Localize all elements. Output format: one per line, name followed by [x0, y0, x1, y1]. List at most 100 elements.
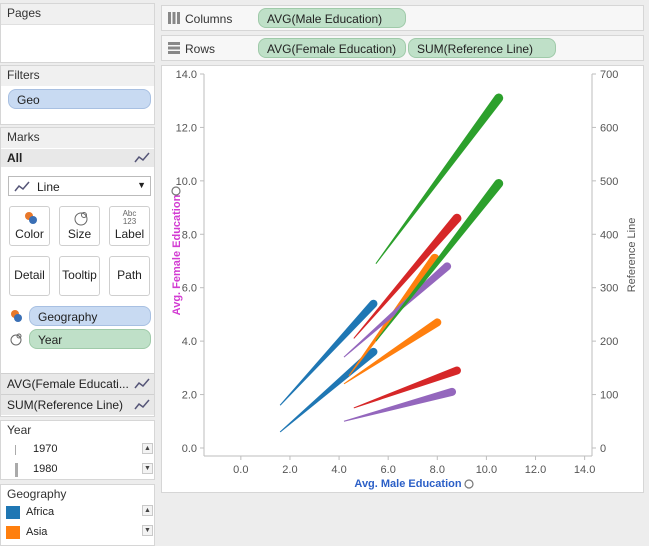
line-mark-icon	[14, 181, 30, 192]
x-tick-label: 6.0	[381, 464, 396, 476]
pages-card[interactable]: Pages	[0, 3, 155, 63]
y2-tick-label: 500	[600, 176, 618, 188]
geography-legend-label: Asia	[26, 526, 48, 538]
chart-svg: 0.0 2.0 4.0 6.0 8.0 10.0 12.0 14.0 0.0 2.0 4.0 6.0 8…	[171, 69, 638, 490]
geography-legend-card: Geography Africa Asia ▲ ▼	[0, 484, 155, 546]
detail-button-label: Detail	[14, 268, 45, 282]
line-mark-icon	[134, 399, 150, 410]
year-legend-item[interactable]: 1980	[15, 461, 139, 477]
year-legend-item[interactable]: 1970	[15, 441, 139, 457]
year-legend-label: 1970	[33, 443, 58, 455]
columns-shelf-label: Columns	[185, 12, 233, 26]
detail-button[interactable]: Detail	[9, 256, 50, 296]
series-line-7	[343, 262, 452, 358]
marks-card-female-edu[interactable]: AVG(Female Educati...	[1, 373, 154, 394]
scroll-down-button[interactable]: ▼	[142, 525, 153, 536]
year-legend-title: Year	[7, 423, 32, 437]
y2-tick-label: 300	[600, 283, 618, 295]
filters-title: Filters	[7, 68, 40, 82]
y-tick-label: 8.0	[182, 229, 197, 241]
size-icon	[74, 212, 88, 226]
filter-geo-pill[interactable]: Geo	[8, 89, 151, 109]
scroll-down-button[interactable]: ▼	[142, 463, 153, 474]
chevron-down-icon: ▼	[137, 180, 146, 190]
size-bar	[15, 445, 16, 455]
scroll-up-button[interactable]: ▲	[142, 443, 153, 454]
y-tick-label: 6.0	[182, 283, 197, 295]
chart-series-group	[279, 93, 504, 433]
y2-tick-label: 700	[600, 69, 618, 81]
x-tick-label: 0.0	[233, 464, 248, 476]
year-legend-label: 1980	[33, 463, 58, 475]
columns-icon	[168, 12, 180, 24]
scroll-up-button[interactable]: ▲	[142, 505, 153, 516]
geography-legend-item[interactable]: Africa	[6, 505, 136, 521]
label-abc-icon: Abc 123	[122, 209, 137, 226]
chart-ticks: 0.0 2.0 4.0 6.0 8.0 10.0 12.0 14.0 0.0 2.0 4.0 6.0 8…	[176, 69, 619, 476]
y-tick-label: 0.0	[182, 443, 197, 455]
year-field-pill[interactable]: Year	[29, 329, 151, 349]
marks-all-label: All	[7, 151, 23, 165]
mark-type-label: Line	[37, 180, 60, 194]
size-button-label: Size	[67, 227, 92, 241]
color-palette-icon	[25, 212, 37, 224]
marks-title: Marks	[7, 130, 40, 144]
x-tick-label: 8.0	[430, 464, 445, 476]
y2-tick-label: 200	[600, 336, 618, 348]
pages-title: Pages	[7, 6, 42, 20]
series-line-9	[375, 179, 504, 342]
y2-tick-label: 0	[600, 443, 606, 455]
label-button[interactable]: Abc 123 Label	[109, 206, 150, 246]
x-tick-label: 2.0	[282, 464, 297, 476]
geography-legend-label: Africa	[26, 506, 55, 518]
y2-tick-label: 100	[600, 390, 618, 402]
y-tick-label: 12.0	[176, 122, 197, 134]
series-line-2	[343, 318, 442, 385]
tooltip-button-label: Tooltip	[62, 268, 97, 282]
y-tick-label: 14.0	[176, 69, 197, 81]
size-icon	[10, 333, 22, 346]
column-pill-male-education[interactable]: AVG(Male Education)	[258, 8, 406, 28]
columns-shelf[interactable]: Columns AVG(Male Education)	[161, 5, 644, 31]
y2-tick-label: 600	[600, 122, 618, 134]
row-pill-female-education[interactable]: AVG(Female Education)	[258, 38, 406, 58]
color-swatch	[6, 526, 20, 539]
tooltip-button[interactable]: Tooltip	[59, 256, 100, 296]
geography-legend-title: Geography	[7, 487, 67, 501]
y-tick-label: 4.0	[182, 336, 197, 348]
size-bar	[15, 463, 18, 477]
label-button-label: Label	[114, 227, 145, 241]
x-tick-label: 12.0	[525, 464, 546, 476]
x-tick-label: 10.0	[476, 464, 497, 476]
color-palette-icon	[11, 310, 22, 322]
rows-shelf[interactable]: Rows AVG(Female Education) SUM(Reference…	[161, 35, 644, 61]
row-pill-reference-line[interactable]: SUM(Reference Line)	[408, 38, 556, 58]
line-mark-icon	[134, 378, 150, 389]
path-button[interactable]: Path	[109, 256, 150, 296]
mark-type-select[interactable]: Line ▼	[8, 176, 151, 196]
x-tick-label: 4.0	[331, 464, 346, 476]
filters-card: Filters Geo	[0, 65, 155, 125]
y2-axis-title: Reference Line	[626, 218, 638, 293]
chart-axes	[203, 74, 593, 457]
geography-legend-item[interactable]: Asia	[6, 525, 136, 541]
marks-card-female-edu-label: AVG(Female Educati...	[7, 377, 129, 391]
magnifier-icon	[464, 479, 474, 489]
path-button-label: Path	[117, 268, 142, 282]
x-tick-label: 14.0	[574, 464, 595, 476]
rows-icon	[168, 42, 180, 54]
magnifier-icon	[171, 186, 181, 196]
y-tick-label: 10.0	[176, 176, 197, 188]
size-button[interactable]: Size	[59, 206, 100, 246]
marks-all-row[interactable]: All	[1, 149, 154, 167]
x-axis-title: Avg. Male Education	[354, 478, 461, 490]
chart-labels: Avg. Male Education Avg. Female Education…	[171, 186, 638, 490]
color-button[interactable]: Color	[9, 206, 50, 246]
marks-card-reference-line[interactable]: SUM(Reference Line)	[1, 394, 154, 415]
rows-shelf-label: Rows	[185, 42, 216, 56]
y2-tick-label: 400	[600, 229, 618, 241]
marks-card: Marks All Line ▼ Color Size Abc 123 Labe…	[0, 127, 155, 417]
color-button-label: Color	[15, 227, 44, 241]
geography-field-pill[interactable]: Geography	[29, 306, 151, 326]
year-legend-card: Year 1970 1980 ▲ ▼	[0, 420, 155, 480]
